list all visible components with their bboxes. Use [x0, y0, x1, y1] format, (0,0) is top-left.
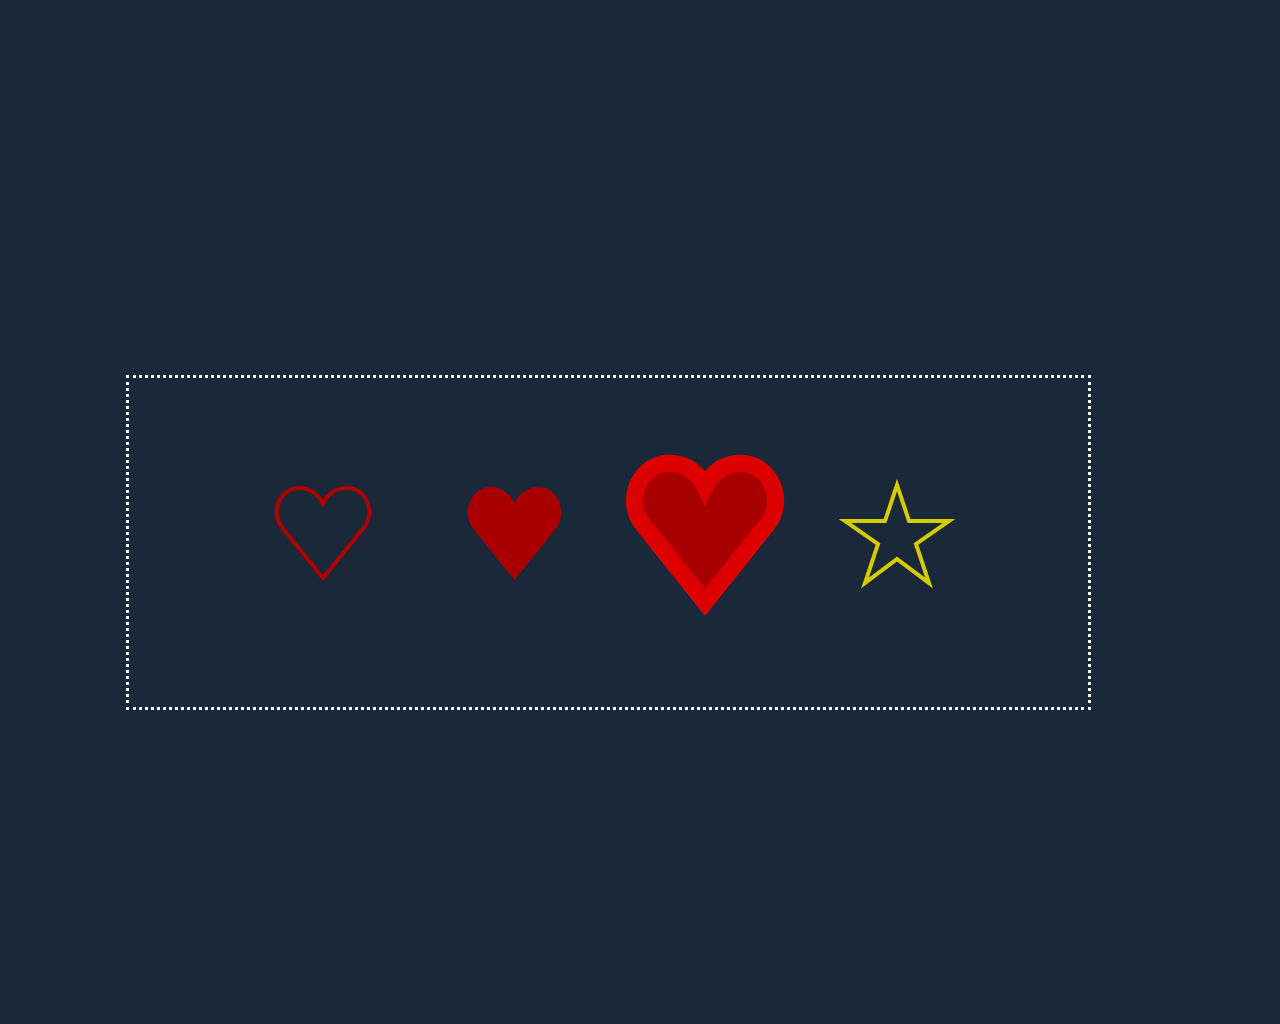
canvas: [0, 0, 1280, 1024]
icon-selection-box[interactable]: [126, 375, 1091, 710]
